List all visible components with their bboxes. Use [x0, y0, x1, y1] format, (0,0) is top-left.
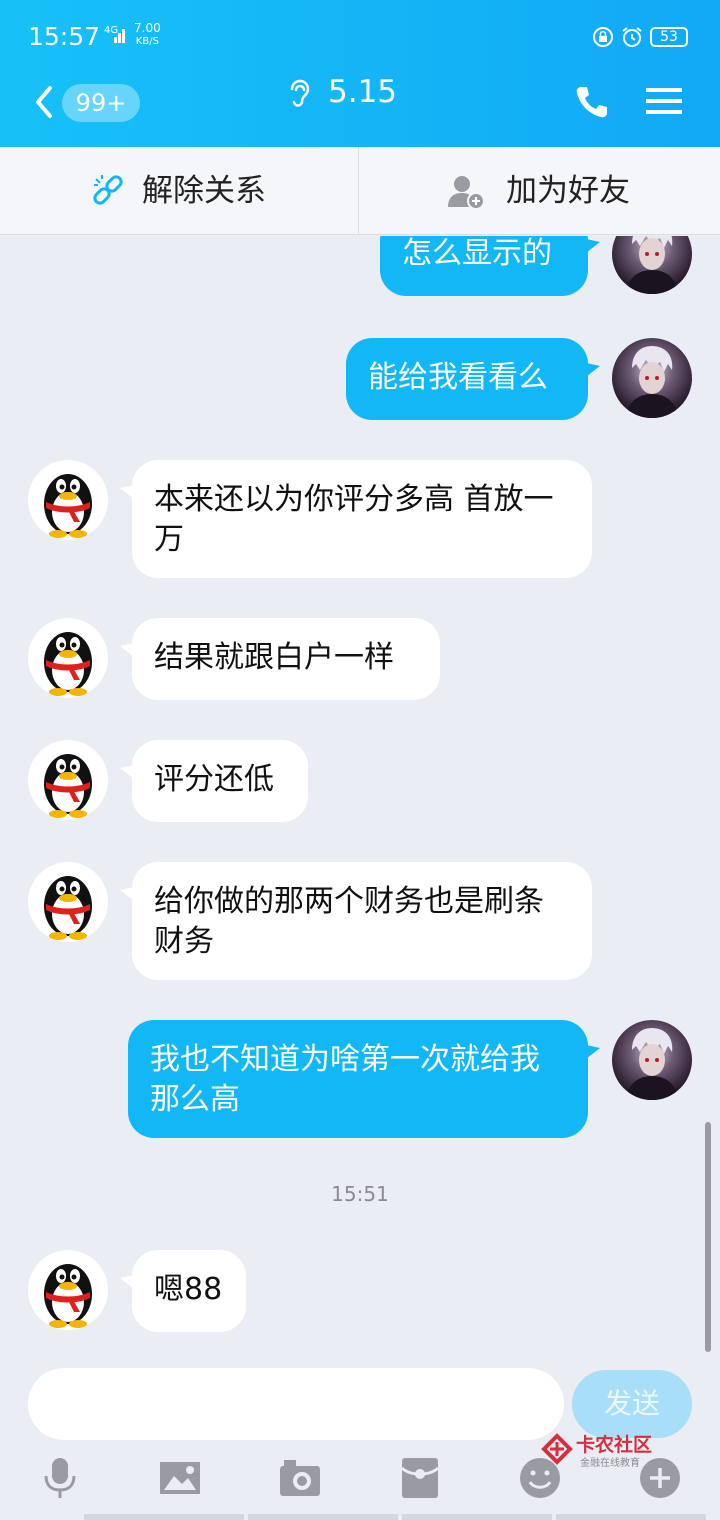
watermark-logo-icon [541, 1433, 573, 1465]
incoming-message[interactable]: 结果就跟白户一样 [120, 618, 440, 700]
add-friend-icon [448, 176, 485, 210]
my-avatar[interactable] [612, 236, 692, 294]
scrollbar[interactable] [705, 1122, 711, 1352]
chat-title: 5.15 [328, 74, 398, 110]
message-text: 结果就跟白户一样 [154, 640, 394, 675]
alarm-icon [622, 27, 642, 47]
microphone-icon[interactable] [38, 1456, 82, 1500]
add-friend-label: 加为好友 [506, 173, 630, 209]
penguin-icon [44, 754, 92, 818]
bubble-tail [582, 1044, 600, 1062]
my-avatar[interactable] [612, 338, 692, 418]
ear-icon [290, 79, 310, 107]
back-button[interactable] [30, 82, 60, 122]
penguin-icon [44, 474, 92, 538]
avatar-portrait-icon [626, 346, 678, 418]
outgoing-message[interactable]: 我也不知道为啥第一次就给我那么高 [128, 1020, 600, 1138]
contact-avatar[interactable] [28, 1250, 108, 1330]
avatar-portrait-icon [626, 236, 678, 294]
camera-icon[interactable] [278, 1456, 322, 1500]
incoming-message[interactable]: 给你做的那两个财务也是刷条财务 [120, 862, 592, 980]
speed-unit: KB/S [135, 36, 159, 47]
watermark: 卡农社区 金融在线教育 [540, 1430, 690, 1470]
speed-value: 7.00 [134, 21, 161, 35]
bubble-tail [120, 484, 138, 502]
rotation-lock-icon [593, 27, 613, 47]
menu-button[interactable] [646, 86, 682, 116]
penguin-icon [44, 1264, 92, 1328]
unbind-button[interactable]: 解除关系 [0, 147, 359, 235]
phone-call-button[interactable] [574, 84, 610, 120]
message-text: 我也不知道为啥第一次就给我那么高 [150, 1042, 540, 1117]
bubble-tail [120, 1274, 138, 1292]
unbind-label: 解除关系 [142, 173, 266, 209]
contact-avatar[interactable] [28, 460, 108, 540]
outgoing-message[interactable]: 怎么显示的 [380, 236, 600, 296]
watermark-subtitle: 金融在线教育 [580, 1458, 640, 1469]
bubble-tail [120, 642, 138, 660]
bottom-tab-indicators [84, 1514, 706, 1520]
send-button[interactable]: 发送 [572, 1370, 692, 1438]
penguin-icon [44, 632, 92, 696]
message-input[interactable] [28, 1368, 564, 1440]
status-bar: 15:57 4G 7.00 KB/S 53 [0, 0, 720, 70]
message-text: 能给我看看么 [368, 360, 548, 395]
contact-avatar[interactable] [28, 618, 108, 698]
message-text: 给你做的那两个财务也是刷条财务 [154, 884, 544, 959]
message-timestamp: 15:51 [331, 1182, 389, 1206]
my-avatar[interactable] [612, 1020, 692, 1100]
red-packet-icon[interactable] [398, 1456, 442, 1500]
bubble-tail [582, 238, 600, 256]
relation-action-bar: 解除关系 加为好友 [0, 147, 720, 235]
outgoing-message[interactable]: 能给我看看么 [346, 338, 600, 420]
message-text: 嗯88 [154, 1272, 223, 1307]
network-speed: 7.00 KB/S [134, 22, 161, 48]
watermark-title: 卡农社区 [576, 1434, 653, 1456]
bubble-tail [582, 362, 600, 380]
message-text: 评分还低 [154, 762, 274, 797]
image-icon[interactable] [158, 1456, 202, 1500]
avatar-portrait-icon [626, 1028, 678, 1100]
bubble-tail [120, 886, 138, 904]
penguin-icon [44, 876, 92, 940]
incoming-message[interactable]: 嗯88 [120, 1250, 246, 1332]
add-friend-button[interactable]: 加为好友 [360, 147, 719, 235]
network-type: 4G [104, 25, 119, 36]
bubble-tail [120, 764, 138, 782]
status-time: 15:57 [28, 22, 101, 51]
contact-avatar[interactable] [28, 740, 108, 820]
unread-badge[interactable]: 99+ [62, 84, 140, 122]
incoming-message[interactable]: 本来还以为你评分多高 首放一万 [120, 460, 592, 578]
message-text: 本来还以为你评分多高 首放一万 [154, 482, 554, 557]
broken-link-icon [93, 175, 123, 205]
battery-indicator: 53 [650, 27, 688, 47]
chat-header: 15:57 4G 7.00 KB/S 53 99+ 5.15 [0, 0, 720, 147]
contact-avatar[interactable] [28, 862, 108, 942]
message-list[interactable]: 怎么显示的 能给我看看么 本来还以为你评分多高 首放一万 结果就跟白户一样 评分… [0, 236, 720, 1352]
incoming-message[interactable]: 评分还低 [120, 740, 308, 822]
message-text: 怎么显示的 [402, 236, 552, 271]
